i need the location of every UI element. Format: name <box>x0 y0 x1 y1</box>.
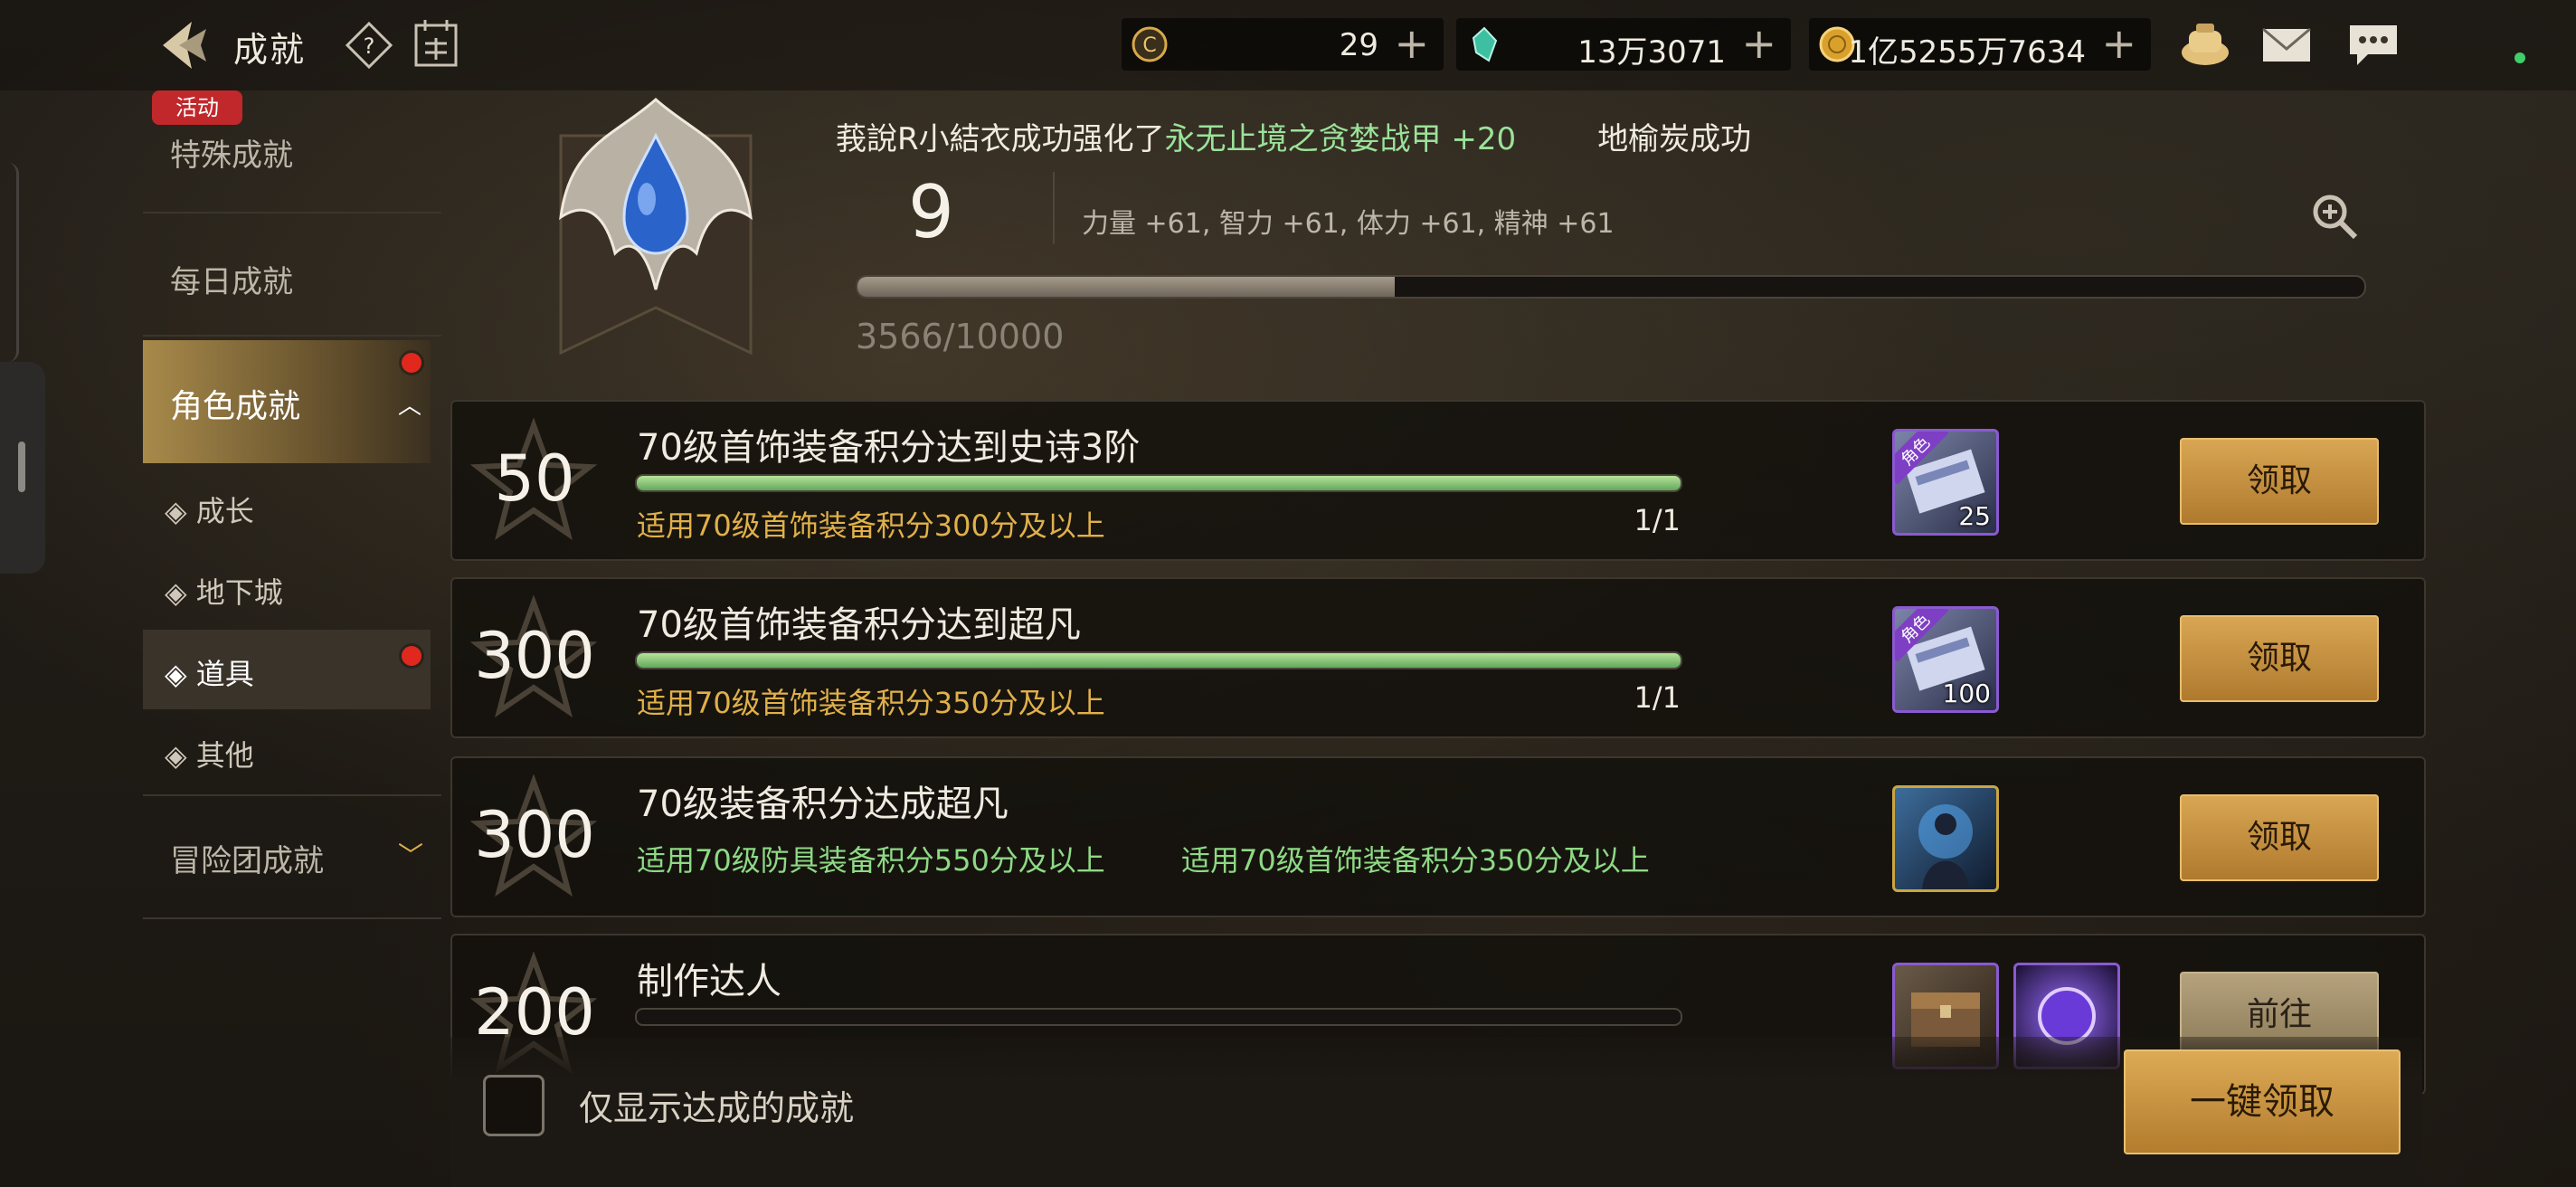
claim-button[interactable]: 领取 <box>2180 794 2379 881</box>
achievement-card: 300 70级首饰装备积分达到超凡 适用70级首饰装备积分350分及以上 1/1… <box>450 577 2426 738</box>
divider <box>143 794 441 796</box>
achievement-emblem-icon <box>559 97 753 356</box>
reward-count: 100 <box>1942 679 1991 708</box>
chat-icon[interactable] <box>2346 20 2401 69</box>
achievement-condition: 适用70级防具装备积分550分及以上 <box>637 843 1105 878</box>
subitem-label: ◈ 地下城 <box>165 575 283 610</box>
c-coin-icon: C <box>1132 26 1168 62</box>
reward-count: 25 <box>1958 501 1991 531</box>
achievement-progress-bar <box>635 1008 1682 1026</box>
achievement-title: 70级首饰装备积分达到史诗3阶 <box>637 427 1141 469</box>
achievement-title: 70级装备积分达成超凡 <box>637 783 1009 825</box>
claim-button[interactable]: 领取 <box>2180 615 2379 702</box>
level-progress-fill <box>857 277 1396 297</box>
achievement-points: 50 <box>494 442 575 516</box>
currency-gold: 1亿5255万7634 + <box>1809 18 2151 71</box>
add-gold-button[interactable]: + <box>2101 22 2136 65</box>
achievement-progress-text: 1/1 <box>1634 680 1681 715</box>
claim-all-button[interactable]: 一键领取 <box>2124 1049 2401 1154</box>
subitem-label: ◈ 其他 <box>165 738 254 773</box>
back-arrow-icon[interactable] <box>156 16 213 74</box>
level-stats: 力量 +61, 智力 +61, 体力 +61, 精神 +61 <box>1082 208 1615 240</box>
achievement-progress-bar <box>635 651 1682 669</box>
gold-value: 1亿5255万7634 <box>1848 34 2086 71</box>
achievement-points: 300 <box>474 619 595 693</box>
achievement-progress-fill <box>637 653 1681 668</box>
divider <box>143 917 441 919</box>
announcement-item: 永无止境之贪婪战甲 +20 <box>1164 121 1517 157</box>
event-badge: 活动 <box>152 90 242 125</box>
notification-dot <box>402 646 421 666</box>
announcement-text: 莪說R小結衣成功强化了 <box>836 121 1165 157</box>
achievement-progress-bar <box>635 474 1682 492</box>
edge-line <box>0 163 19 362</box>
reward-ticket[interactable]: 角色 100 <box>1892 606 1999 713</box>
help-icon[interactable]: ? <box>346 22 393 69</box>
c-coin-value: 29 <box>1339 27 1378 63</box>
pouch-icon[interactable] <box>2178 20 2232 69</box>
sidebar-item-special[interactable]: 特殊成就 <box>143 130 441 175</box>
online-status-dot <box>2514 52 2525 63</box>
svg-text:?: ? <box>364 33 375 59</box>
crystal-icon <box>1472 26 1498 62</box>
sidebar-subitem-items[interactable]: ◈ 道具 <box>143 630 431 709</box>
achievement-condition: 适用70级首饰装备积分350分及以上 <box>1181 843 1650 878</box>
achievement-points: 300 <box>474 798 595 872</box>
sidebar-item-label: 角色成就 <box>170 388 301 425</box>
add-c-coin-button[interactable]: + <box>1394 22 1429 65</box>
achievement-progress-text: 1/1 <box>1634 503 1681 537</box>
character-avatar-icon <box>1918 804 1973 889</box>
level-progress-text: 3566/10000 <box>856 317 1065 356</box>
announcement-text: 地榆炭成功 <box>1597 121 1752 157</box>
achievement-title: 制作达人 <box>637 961 781 1002</box>
achievement-level: 9 <box>908 170 954 254</box>
sidebar-subitem-growth[interactable]: ◈ 成长 <box>143 467 431 546</box>
page-title: 成就 <box>233 30 307 70</box>
claim-button[interactable]: 领取 <box>2180 438 2379 525</box>
chevron-up-icon: ︿ <box>398 393 422 420</box>
sidebar-item-daily[interactable]: 每日成就 <box>143 257 441 301</box>
achievement-card: 50 70级首饰装备积分达到史诗3阶 适用70级首饰装备积分300分及以上 1/… <box>450 400 2426 561</box>
sidebar-subitem-other[interactable]: ◈ 其他 <box>143 711 431 791</box>
divider <box>143 212 441 214</box>
currency-c-coin: C 29 + <box>1122 18 1444 71</box>
server-announcement: 莪說R小結衣成功强化了永无止境之贪婪战甲 +20 地榆炭成功 <box>836 114 1751 158</box>
chevron-down-icon: ﹀ <box>398 840 424 870</box>
subitem-label: ◈ 道具 <box>165 657 254 691</box>
level-progress-bar <box>856 275 2366 299</box>
show-completed-checkbox[interactable] <box>483 1075 545 1136</box>
add-crystal-button[interactable]: + <box>1741 22 1776 65</box>
sidebar-subitem-dungeon[interactable]: ◈ 地下城 <box>143 548 431 628</box>
divider <box>143 335 441 337</box>
svg-text:C: C <box>1142 34 1156 57</box>
reward-ticket[interactable]: 角色 25 <box>1892 429 1999 536</box>
sidebar-item-character[interactable]: 角色成就 ︿ <box>143 340 431 463</box>
calendar-icon[interactable] <box>412 18 459 69</box>
sidebar-item-adventure[interactable]: 冒险团成就 ﹀ <box>143 836 441 880</box>
achievement-progress-fill <box>637 476 1681 490</box>
zoom-in-icon[interactable] <box>2310 192 2361 242</box>
achievement-card: 300 70级装备积分达成超凡 适用70级防具装备积分550分及以上 适用70级… <box>450 756 2426 917</box>
crystal-value: 13万3071 <box>1577 34 1726 71</box>
divider <box>1053 172 1055 244</box>
reward-avatar[interactable] <box>1892 785 1999 892</box>
edge-drawer-handle[interactable] <box>0 362 45 574</box>
sidebar-item-label: 特殊成就 <box>170 138 293 174</box>
mail-icon[interactable] <box>2259 20 2314 69</box>
sidebar-item-label: 每日成就 <box>170 264 293 300</box>
achievement-condition: 适用70级首饰装备积分350分及以上 <box>637 686 1105 720</box>
sidebar-item-label: 冒险团成就 <box>170 843 324 879</box>
subitem-label: ◈ 成长 <box>165 494 254 528</box>
top-bar: 成就 ? C 29 + 13万3071 + 1亿5255万7634 + <box>0 0 2576 90</box>
show-completed-label: 仅显示达成的成就 <box>579 1088 855 1128</box>
achievement-condition: 适用70级首饰装备积分300分及以上 <box>637 508 1105 543</box>
achievement-title: 70级首饰装备积分达到超凡 <box>637 604 1081 646</box>
currency-crystal: 13万3071 + <box>1456 18 1791 71</box>
notification-dot <box>402 353 421 373</box>
